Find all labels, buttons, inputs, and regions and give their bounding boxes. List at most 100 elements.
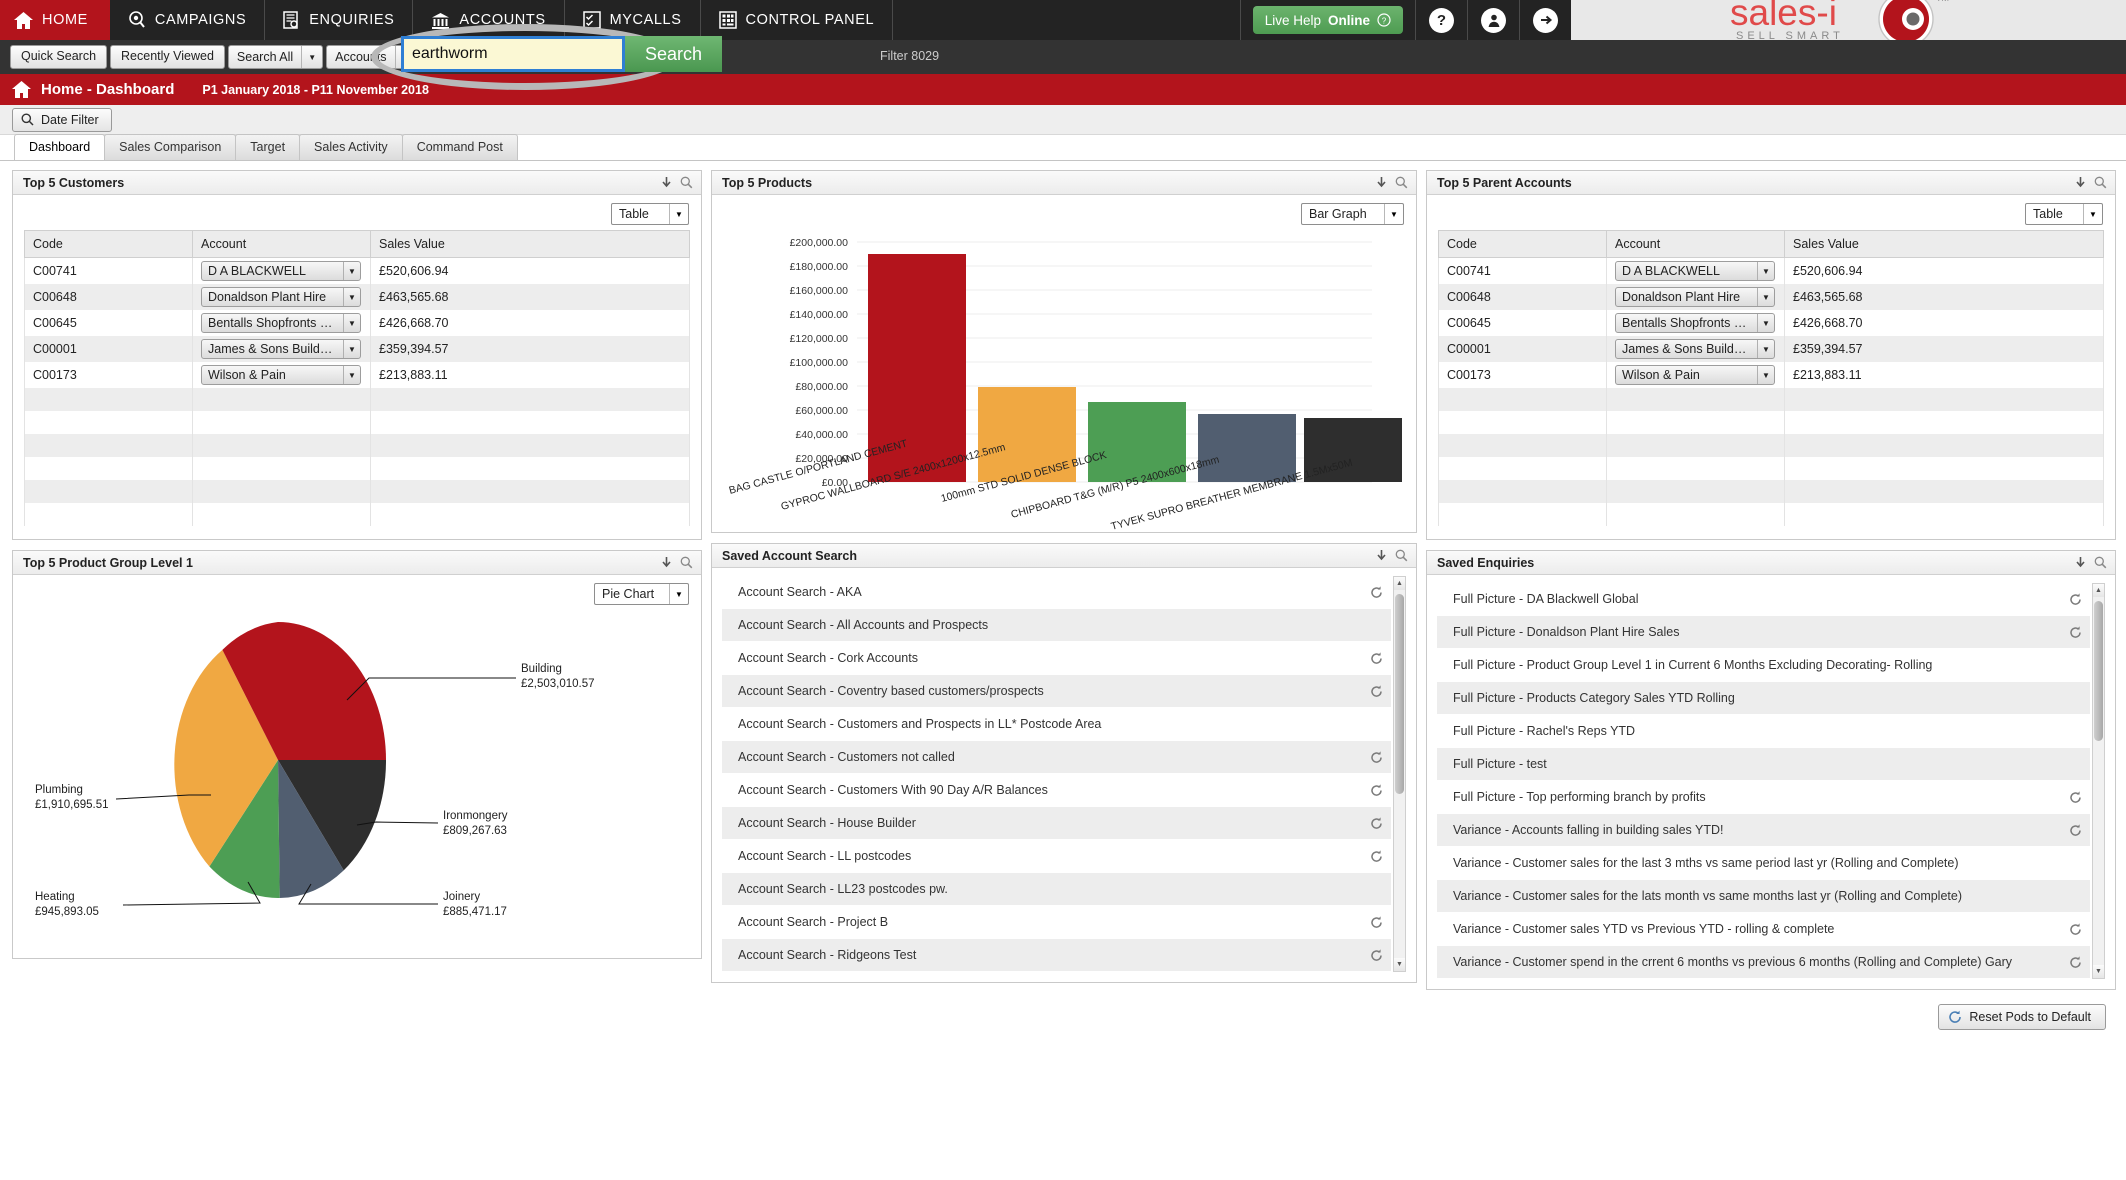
- account-dropdown[interactable]: Bentalls Shopfronts LTD ▼: [201, 313, 361, 333]
- collapse-icon[interactable]: [2075, 556, 2086, 569]
- table-row[interactable]: C00648 Donaldson Plant Hire ▼ £463,565.6…: [1438, 284, 2104, 310]
- view-selector-parent-accounts[interactable]: Table ▼: [2025, 203, 2103, 225]
- refresh-icon[interactable]: [1370, 915, 1383, 929]
- pie-slice-building[interactable]: [278, 622, 386, 760]
- maximize-icon[interactable]: [1395, 176, 1408, 189]
- refresh-icon[interactable]: [2069, 823, 2082, 837]
- table-row[interactable]: C00001 James & Sons Builders... ▼ £359,3…: [24, 336, 690, 362]
- user-profile-button[interactable]: [1467, 0, 1519, 40]
- scroll-up-icon[interactable]: ▲: [1394, 577, 1405, 590]
- scroll-thumb[interactable]: [1395, 594, 1404, 794]
- table-row[interactable]: C00648 Donaldson Plant Hire ▼ £463,565.6…: [24, 284, 690, 310]
- scroll-track[interactable]: [1394, 590, 1405, 958]
- list-item[interactable]: Variance - Customer sales YTD vs Previou…: [1437, 913, 2090, 946]
- refresh-icon[interactable]: [1370, 684, 1383, 698]
- scrollbar-saved-enquiries[interactable]: ▲ ▼: [2092, 583, 2105, 979]
- nav-item-control-panel[interactable]: CONTROL PANEL: [701, 0, 894, 40]
- collapse-icon[interactable]: [661, 176, 672, 189]
- list-item[interactable]: Full Picture - Donaldson Plant Hire Sale…: [1437, 616, 2090, 649]
- list-item[interactable]: Account Search - Project B: [722, 906, 1391, 939]
- tab-sales-activity[interactable]: Sales Activity: [299, 134, 403, 160]
- search-input[interactable]: [401, 36, 625, 72]
- live-help-button[interactable]: Live Help Online ?: [1252, 6, 1403, 34]
- collapse-icon[interactable]: [1376, 176, 1387, 189]
- tab-command-post[interactable]: Command Post: [401, 134, 518, 160]
- table-row[interactable]: C00001 James & Sons Builders... ▼ £359,3…: [1438, 336, 2104, 362]
- nav-item-mycalls[interactable]: MYCALLS: [565, 0, 701, 40]
- logout-button[interactable]: [1519, 0, 1571, 40]
- tab-target[interactable]: Target: [235, 134, 301, 160]
- list-item[interactable]: Full Picture - Rachel's Reps YTD: [1437, 715, 2090, 748]
- list-item[interactable]: Full Picture - Top performing branch by …: [1437, 781, 2090, 814]
- search-scope-dropdown[interactable]: Search All ▼: [227, 45, 324, 69]
- scroll-down-icon[interactable]: ▼: [1394, 958, 1405, 971]
- account-dropdown[interactable]: James & Sons Builders... ▼: [1615, 339, 1775, 359]
- maximize-icon[interactable]: [2094, 176, 2107, 189]
- refresh-icon[interactable]: [2069, 592, 2082, 606]
- refresh-icon[interactable]: [1370, 651, 1383, 665]
- nav-item-accounts[interactable]: ACCOUNTS: [413, 0, 565, 40]
- saved-account-search-list[interactable]: Account Search - AKA Account Search - All…: [722, 576, 1391, 972]
- list-item[interactable]: Account Search - LL23 postcodes pw.: [722, 873, 1391, 906]
- list-item[interactable]: Full Picture - test: [1437, 748, 2090, 781]
- refresh-icon[interactable]: [2069, 625, 2082, 639]
- table-row[interactable]: C00645 Bentalls Shopfronts LTD ▼ £426,66…: [1438, 310, 2104, 336]
- maximize-icon[interactable]: [1395, 549, 1408, 562]
- scrollbar-saved-account-search[interactable]: ▲ ▼: [1393, 576, 1406, 972]
- nav-item-home[interactable]: HOME: [0, 0, 110, 40]
- list-item[interactable]: Variance - Customer sales for the lats m…: [1437, 880, 2090, 913]
- account-dropdown[interactable]: Donaldson Plant Hire ▼: [201, 287, 361, 307]
- nav-item-enquiries[interactable]: ENQUIRIES: [265, 0, 414, 40]
- saved-enquiries-list[interactable]: Full Picture - DA Blackwell Global Full P…: [1437, 583, 2090, 979]
- account-dropdown[interactable]: Wilson & Pain ▼: [1615, 365, 1775, 385]
- list-item[interactable]: Account Search - Customers With 90 Day A…: [722, 774, 1391, 807]
- maximize-icon[interactable]: [680, 556, 693, 569]
- refresh-icon[interactable]: [1370, 750, 1383, 764]
- list-item[interactable]: Account Search - Customers not called: [722, 741, 1391, 774]
- list-item[interactable]: Account Search - Cork Accounts: [722, 642, 1391, 675]
- quick-search-button[interactable]: Quick Search: [10, 45, 108, 69]
- account-dropdown[interactable]: D A BLACKWELL ▼: [1615, 261, 1775, 281]
- table-row[interactable]: C00173 Wilson & Pain ▼ £213,883.11: [1438, 362, 2104, 388]
- account-dropdown[interactable]: James & Sons Builders... ▼: [201, 339, 361, 359]
- list-item[interactable]: Account Search - Customers and Prospects…: [722, 708, 1391, 741]
- reset-pods-button[interactable]: Reset Pods to Default: [1938, 1004, 2106, 1030]
- scroll-down-icon[interactable]: ▼: [2093, 965, 2104, 978]
- date-filter-button[interactable]: Date Filter: [12, 107, 112, 132]
- list-item[interactable]: Variance - Customer sales for the last 3…: [1437, 847, 2090, 880]
- collapse-icon[interactable]: [2075, 176, 2086, 189]
- maximize-icon[interactable]: [2094, 556, 2107, 569]
- view-selector-products[interactable]: Bar Graph ▼: [1301, 203, 1404, 225]
- table-row[interactable]: C00741 D A BLACKWELL ▼ £520,606.94: [1438, 257, 2104, 284]
- tab-dashboard[interactable]: Dashboard: [14, 134, 106, 160]
- collapse-icon[interactable]: [1376, 549, 1387, 562]
- maximize-icon[interactable]: [680, 176, 693, 189]
- list-item[interactable]: Variance - Accounts falling in building …: [1437, 814, 2090, 847]
- refresh-icon[interactable]: [1370, 948, 1383, 962]
- refresh-icon[interactable]: [2069, 790, 2082, 804]
- list-item[interactable]: Account Search - Ridgeons Test: [722, 939, 1391, 972]
- table-row[interactable]: C00173 Wilson & Pain ▼ £213,883.11: [24, 362, 690, 388]
- refresh-icon[interactable]: [2069, 955, 2082, 969]
- list-item[interactable]: Account Search - LL postcodes: [722, 840, 1391, 873]
- list-item[interactable]: Full Picture - DA Blackwell Global: [1437, 583, 2090, 616]
- list-item[interactable]: Account Search - All Accounts and Prospe…: [722, 609, 1391, 642]
- bar-chipboard-tg-p5[interactable]: [1198, 414, 1296, 482]
- refresh-icon[interactable]: [1370, 783, 1383, 797]
- list-item[interactable]: Full Picture - Products Category Sales Y…: [1437, 682, 2090, 715]
- refresh-icon[interactable]: [1370, 849, 1383, 863]
- refresh-icon[interactable]: [1370, 585, 1383, 599]
- account-dropdown[interactable]: Wilson & Pain ▼: [201, 365, 361, 385]
- table-row[interactable]: C00645 Bentalls Shopfronts LTD ▼ £426,66…: [24, 310, 690, 336]
- search-button[interactable]: Search: [625, 36, 722, 72]
- tab-sales-comparison[interactable]: Sales Comparison: [104, 134, 237, 160]
- account-dropdown[interactable]: Bentalls Shopfronts LTD ▼: [1615, 313, 1775, 333]
- account-dropdown[interactable]: D A BLACKWELL ▼: [201, 261, 361, 281]
- view-selector-customers[interactable]: Table ▼: [611, 203, 689, 225]
- scroll-thumb[interactable]: [2094, 601, 2103, 741]
- refresh-icon[interactable]: [1370, 816, 1383, 830]
- list-item[interactable]: Full Picture - Product Group Level 1 in …: [1437, 649, 2090, 682]
- list-item[interactable]: Account Search - House Builder: [722, 807, 1391, 840]
- recently-viewed-button[interactable]: Recently Viewed: [110, 45, 225, 69]
- collapse-icon[interactable]: [661, 556, 672, 569]
